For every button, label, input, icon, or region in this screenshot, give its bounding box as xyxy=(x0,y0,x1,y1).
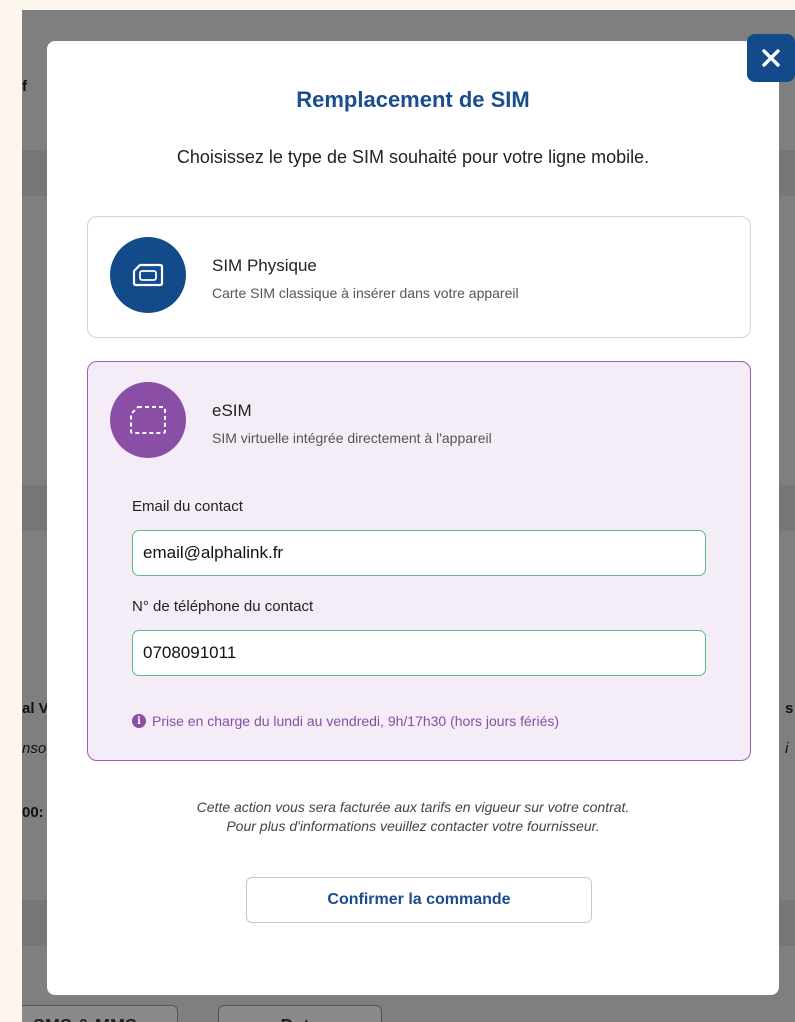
background-text: al V xyxy=(22,700,49,717)
option-physical-sim-title: SIM Physique xyxy=(212,256,317,275)
option-esim-description: SIM virtuelle intégrée directement à l'a… xyxy=(212,430,492,446)
option-esim[interactable]: eSIM SIM virtuelle intégrée directement … xyxy=(87,361,751,761)
option-physical-sim-description: Carte SIM classique à insérer dans votre… xyxy=(212,285,519,301)
close-button[interactable] xyxy=(747,34,795,82)
sim-card-icon xyxy=(110,237,186,313)
billing-notice-line1: Cette action vous sera facturée aux tari… xyxy=(196,799,630,815)
esim-icon xyxy=(110,382,186,458)
email-label: Email du contact xyxy=(132,498,243,515)
modal-title: Remplacement de SIM xyxy=(296,87,530,112)
close-icon xyxy=(762,49,780,67)
sim-replacement-modal: Remplacement de SIM Choisissez le type d… xyxy=(47,41,779,995)
background-text: s xyxy=(785,700,794,717)
email-field[interactable] xyxy=(132,530,706,576)
background-text: 00: xyxy=(22,804,44,821)
support-hours-notice: i Prise en charge du lundi au vendredi, … xyxy=(132,713,559,729)
phone-field[interactable] xyxy=(132,630,706,676)
confirm-order-button[interactable]: Confirmer la commande xyxy=(246,877,592,923)
option-esim-title: eSIM xyxy=(212,401,252,420)
background-text: i xyxy=(785,740,789,757)
billing-notice-line2: Pour plus d'informations veuillez contac… xyxy=(226,818,600,834)
background-tab-sms: SMS & MMS xyxy=(22,1005,178,1022)
background-text: f xyxy=(22,78,27,95)
support-hours-text: Prise en charge du lundi au vendredi, 9h… xyxy=(152,713,560,729)
option-physical-sim[interactable]: SIM Physique Carte SIM classique à insér… xyxy=(87,216,751,338)
modal-subtitle: Choisissez le type de SIM souhaité pour … xyxy=(176,147,650,167)
background-text: nso xyxy=(22,740,47,757)
phone-label: N° de téléphone du contact xyxy=(132,598,314,615)
background-tab-data: Data xyxy=(218,1005,382,1022)
info-icon: i xyxy=(132,714,146,728)
